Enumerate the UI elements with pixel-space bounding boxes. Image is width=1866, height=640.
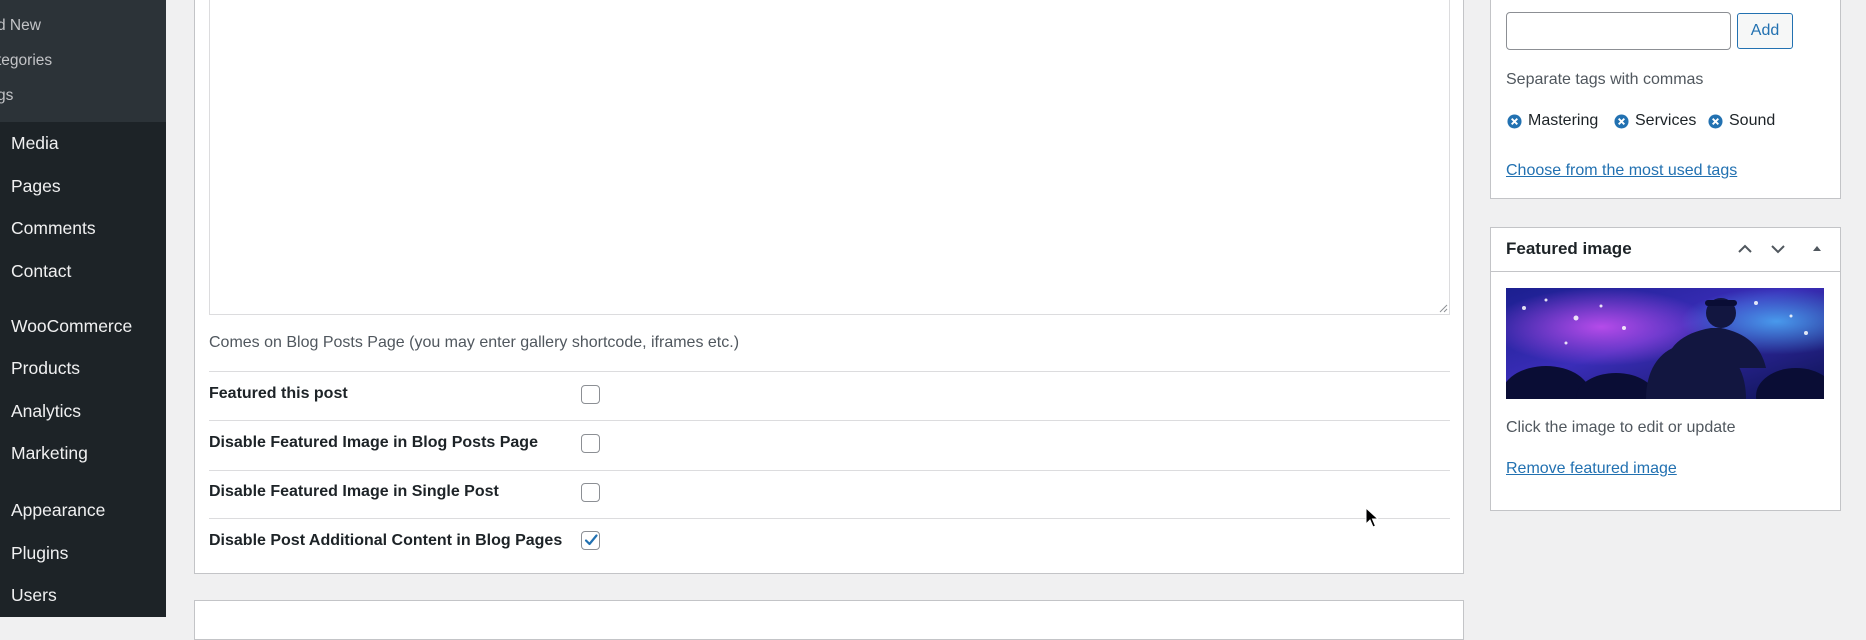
checkmark-icon (584, 534, 598, 546)
divider (209, 371, 1450, 372)
resize-handle-icon[interactable] (1438, 303, 1448, 313)
tag-label: Sound (1729, 112, 1776, 129)
featured-post-checkbox[interactable] (581, 385, 600, 404)
divider (209, 470, 1450, 471)
tag-label: Mastering (1528, 112, 1599, 129)
tag-item: Services (1614, 112, 1696, 130)
move-up-icon[interactable] (1734, 238, 1756, 260)
tag-item: Mastering (1507, 112, 1598, 130)
new-tag-input[interactable] (1506, 12, 1731, 50)
sidebar-item-users[interactable]: Users (11, 585, 57, 606)
disable-additional-content-checkbox[interactable] (581, 531, 600, 550)
sidebar-item-woocommerce[interactable]: WooCommerce (11, 316, 132, 337)
remove-tag-icon[interactable] (1507, 113, 1522, 129)
sidebar-item-analytics[interactable]: Analytics (11, 401, 81, 422)
concert-photo (1506, 288, 1824, 399)
collapse-toggle-icon[interactable] (1806, 238, 1828, 260)
submenu-item-add-new[interactable]: d New (0, 17, 41, 35)
posts-submenu: d New tegories gs (0, 0, 166, 122)
option-label-disable-additional-content: Disable Post Additional Content in Blog … (209, 532, 563, 549)
featured-image-thumbnail[interactable] (1506, 288, 1824, 399)
remove-tag-icon[interactable] (1708, 113, 1723, 129)
move-down-icon[interactable] (1767, 238, 1789, 260)
submenu-item-categories[interactable]: tegories (0, 52, 52, 70)
option-label-disable-image-blog: Disable Featured Image in Blog Posts Pag… (209, 434, 538, 451)
disable-image-single-checkbox[interactable] (581, 483, 600, 502)
featured-image-note: Click the image to edit or update (1506, 419, 1736, 436)
next-meta-box (194, 600, 1464, 640)
sidebar-item-media[interactable]: Media (11, 133, 59, 154)
tags-hint: Separate tags with commas (1506, 71, 1704, 88)
textarea-description: Comes on Blog Posts Page (you may enter … (209, 334, 740, 351)
option-label-disable-image-single: Disable Featured Image in Single Post (209, 483, 499, 500)
divider (209, 518, 1450, 519)
tag-item: Sound (1708, 112, 1775, 130)
sidebar-item-contact[interactable]: Contact (11, 261, 71, 282)
most-used-tags-link[interactable]: Choose from the most used tags (1506, 162, 1737, 180)
remove-tag-icon[interactable] (1614, 113, 1629, 129)
mouse-cursor-icon (1365, 507, 1379, 528)
sidebar-item-pages[interactable]: Pages (11, 176, 61, 197)
divider (209, 420, 1450, 421)
add-tag-button[interactable]: Add (1737, 13, 1793, 49)
submenu-item-tags[interactable]: gs (0, 87, 13, 105)
sidebar-item-plugins[interactable]: Plugins (11, 543, 68, 564)
sidebar-item-appearance[interactable]: Appearance (11, 500, 105, 521)
option-label-featured: Featured this post (209, 385, 348, 402)
sidebar-item-comments[interactable]: Comments (11, 218, 96, 239)
sidebar-item-products[interactable]: Products (11, 358, 80, 379)
disable-image-blog-checkbox[interactable] (581, 434, 600, 453)
sidebar-item-marketing[interactable]: Marketing (11, 443, 88, 464)
additional-content-textarea[interactable] (209, 0, 1450, 315)
remove-featured-image-link[interactable]: Remove featured image (1506, 460, 1677, 478)
divider (1491, 271, 1840, 272)
tag-label: Services (1635, 112, 1697, 129)
featured-image-title: Featured image (1506, 239, 1632, 258)
